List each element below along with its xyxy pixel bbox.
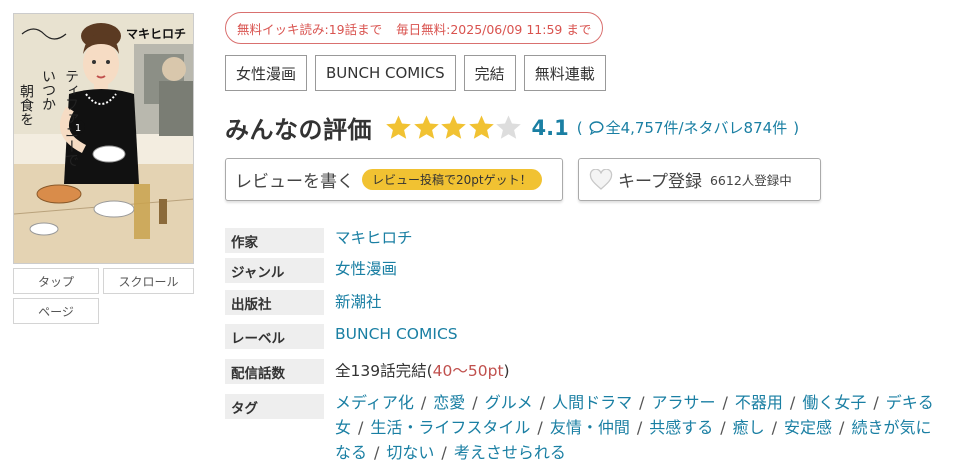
label-link[interactable]: BUNCH COMICS [335, 325, 458, 343]
episodes-pt-range: 40〜50pt [432, 362, 504, 380]
tag-separator: / [839, 418, 845, 437]
tag-link[interactable]: メディア化 [335, 393, 414, 412]
tag-link[interactable]: 不器用 [735, 393, 783, 412]
episodes-value: 全139話完結(40〜50pt) [335, 359, 510, 381]
genre-tag-completed[interactable]: 完結 [463, 55, 516, 91]
tag-separator: / [873, 393, 879, 412]
view-scroll-button[interactable]: スクロール [103, 268, 194, 294]
tag-link[interactable]: 共感する [649, 418, 713, 437]
tag-separator: / [441, 443, 447, 462]
author-link[interactable]: マキヒロチ [335, 229, 413, 247]
tag-link[interactable]: 人間ドラマ [552, 393, 632, 412]
episodes-count: 全139話完結 [335, 362, 427, 380]
author-value[interactable]: マキヒロチ [335, 226, 413, 248]
rating-row: みんなの評価 4.1 ( 全4,757件/ネタバレ874件 ) [225, 110, 799, 145]
tag-link[interactable]: 癒し [733, 418, 765, 437]
view-page-button[interactable]: ページ [13, 298, 99, 324]
svg-text:いつか: いつか [40, 69, 56, 111]
star-filled-icon [413, 115, 439, 139]
genre-tag-bunch-comics[interactable]: BUNCH COMICS [315, 55, 456, 91]
tag-separator: / [537, 418, 543, 437]
author-label: 作家 [225, 228, 324, 253]
tag-link[interactable]: 友情・仲間 [550, 418, 630, 437]
tag-link[interactable]: 生活・ライフスタイル [370, 418, 530, 437]
keep-count: 6612人登録中 [709, 173, 792, 188]
genre-tag-row: 女性漫画 BUNCH COMICS 完結 無料連載 [225, 55, 606, 91]
star-filled-icon [468, 115, 494, 139]
star-empty-icon [496, 115, 521, 139]
tag-separator: / [420, 393, 427, 412]
free-reading-badge: 無料イッキ読み:19話まで 毎日無料:2025/06/09 11:59 まで [225, 12, 604, 44]
tag-separator: / [374, 443, 380, 462]
publisher-link[interactable]: 新潮社 [335, 293, 382, 311]
view-tap-button[interactable]: タップ [13, 268, 99, 294]
tag-separator: / [771, 418, 778, 437]
svg-text:朝食を: 朝食を [18, 84, 34, 126]
speech-bubble-icon [589, 120, 604, 135]
tag-separator: / [789, 393, 796, 412]
free-binge-text: 無料イッキ読み:19話まで [237, 21, 383, 37]
genre-tag-josei[interactable]: 女性漫画 [225, 55, 308, 91]
tag-link[interactable]: 安定感 [784, 418, 832, 437]
tag-separator: / [722, 393, 728, 412]
pt-close-paren: ) [503, 362, 510, 380]
daily-free-text: 毎日無料:2025/06/09 11:59 まで [396, 21, 592, 37]
write-review-button[interactable]: レビューを書く レビュー投稿で20ptゲット！ [225, 158, 563, 201]
close-paren: ) [793, 118, 800, 137]
label-value[interactable]: BUNCH COMICS [335, 325, 458, 343]
tag-separator: / [539, 393, 546, 412]
tag-link[interactable]: 切ない [386, 443, 434, 462]
write-review-label: レビューを書く [235, 172, 354, 192]
publisher-label: 出版社 [225, 290, 324, 315]
star-filled-icon [441, 115, 466, 139]
cover-image[interactable]: いつか ティファニーで 朝食を 1 マキヒロチ [13, 13, 194, 264]
tag-link[interactable]: グルメ [485, 393, 533, 412]
review-count-text: 全4,757件/ネタバレ874件 [605, 119, 788, 137]
genre-label: ジャンル [225, 258, 324, 283]
tag-separator: / [358, 418, 364, 437]
review-points-promo: レビュー投稿で20ptゲット！ [362, 169, 542, 190]
rating-title: みんなの評価 [225, 116, 372, 144]
heart-icon [589, 168, 613, 190]
tag-link[interactable]: 考えさせられる [454, 443, 566, 462]
rating-score: 4.1 [531, 115, 569, 140]
svg-text:マキヒロチ: マキヒロチ [126, 27, 186, 41]
publisher-value[interactable]: 新潮社 [335, 290, 382, 312]
svg-text:ティファニーで: ティファニーで [63, 69, 79, 167]
tag-link[interactable]: アラサー [652, 393, 716, 412]
episodes-label: 配信話数 [225, 359, 324, 384]
tag-link[interactable]: 恋愛 [433, 393, 465, 412]
keep-button[interactable]: キープ登録 6612人登録中 [578, 158, 821, 201]
label-label: レーベル [225, 324, 324, 349]
tags-label: タグ [225, 394, 324, 419]
tag-separator: / [639, 393, 645, 412]
star-filled-icon [386, 115, 411, 139]
tag-separator: / [720, 418, 726, 437]
genre-value[interactable]: 女性漫画 [335, 257, 397, 279]
cover-illustration: いつか ティファニーで 朝食を 1 マキヒロチ [14, 14, 193, 263]
genre-link[interactable]: 女性漫画 [335, 260, 397, 278]
open-paren: ( [576, 118, 583, 137]
keep-label: キープ登録 [618, 172, 702, 192]
tag-link[interactable]: 働く女子 [802, 393, 866, 412]
review-count-link[interactable]: ( 全4,757件/ネタバレ874件 ) [577, 117, 799, 138]
svg-text:1: 1 [75, 123, 81, 134]
star-rating [385, 114, 523, 141]
tag-separator: / [472, 393, 478, 412]
tag-list: メディア化 / 恋愛 / グルメ / 人間ドラマ / アラサー / 不器用 / 働く女子 / デキる女 / 生活… [335, 390, 945, 465]
genre-tag-free-serial[interactable]: 無料連載 [523, 55, 606, 91]
tag-separator: / [636, 418, 643, 437]
